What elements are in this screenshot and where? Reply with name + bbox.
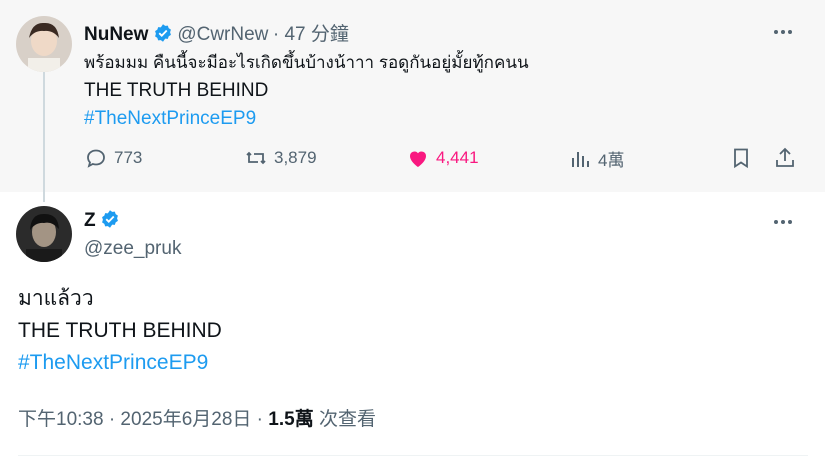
action-bar: 773 3,879 4,441 4萬	[84, 146, 804, 176]
display-name[interactable]: NuNew	[84, 24, 148, 45]
divider	[18, 455, 808, 456]
view-count: 4萬	[598, 151, 625, 170]
views-button[interactable]: 4萬	[568, 146, 624, 171]
repost-button[interactable]: 3,879	[244, 146, 317, 170]
timestamp[interactable]: 下午10:38 · 2025年6月28日 ·	[18, 409, 268, 430]
reply-button[interactable]: 773	[84, 146, 142, 170]
share-icon[interactable]	[773, 146, 803, 170]
parent-header: NuNew @CwrNew · 47 分鐘	[84, 19, 349, 46]
main-tweet-text: มาแล้วว THE TRUTH BEHIND #TheNextPrinceE…	[18, 283, 222, 379]
reply-count: 773	[114, 148, 143, 167]
tweet-line: พร้อมมม คืนนี้จะมีอะไรเกิดขึ้นบ้างน้าาา …	[84, 53, 529, 72]
like-button[interactable]: 4,441	[406, 146, 479, 170]
hashtag-link[interactable]: #TheNextPrinceEP9	[84, 105, 529, 133]
tweet-line: THE TRUTH BEHIND	[84, 80, 269, 101]
more-icon[interactable]	[768, 212, 798, 232]
handle[interactable]: @CwrNew	[177, 24, 268, 45]
hashtag-link[interactable]: #TheNextPrinceEP9	[18, 347, 222, 379]
parent-tweet[interactable]: NuNew @CwrNew · 47 分鐘 พร้อมมม คืนนี้จะมี…	[0, 0, 825, 192]
view-count: 1.5萬	[268, 409, 314, 430]
verified-badge-icon	[100, 209, 120, 229]
thread-connector	[43, 72, 45, 202]
more-icon[interactable]	[768, 22, 798, 42]
repost-count: 3,879	[274, 148, 317, 167]
repost-icon	[246, 151, 266, 165]
avatar-z[interactable]	[16, 206, 72, 262]
verified-badge-icon	[153, 23, 173, 43]
view-label: 次查看	[313, 409, 376, 430]
heart-icon	[410, 151, 426, 167]
tweet-line: มาแล้วว	[18, 287, 94, 310]
parent-tweet-text: พร้อมมม คืนนี้จะมีอะไรเกิดขึ้นบ้างน้าาา …	[84, 49, 529, 133]
tweet-meta: 下午10:38 · 2025年6月28日 · 1.5萬 次查看	[18, 404, 376, 431]
tweet-time[interactable]: · 47 分鐘	[273, 24, 349, 45]
handle[interactable]: @zee_pruk	[84, 238, 181, 260]
avatar-nunew[interactable]	[16, 16, 72, 72]
main-header: Z	[84, 209, 120, 232]
views-icon	[572, 151, 589, 167]
like-count: 4,441	[436, 148, 479, 167]
display-name[interactable]: Z	[84, 210, 96, 231]
reply-icon	[87, 149, 105, 168]
bookmark-icon[interactable]	[729, 146, 759, 170]
tweet-line: THE TRUTH BEHIND	[18, 319, 222, 342]
